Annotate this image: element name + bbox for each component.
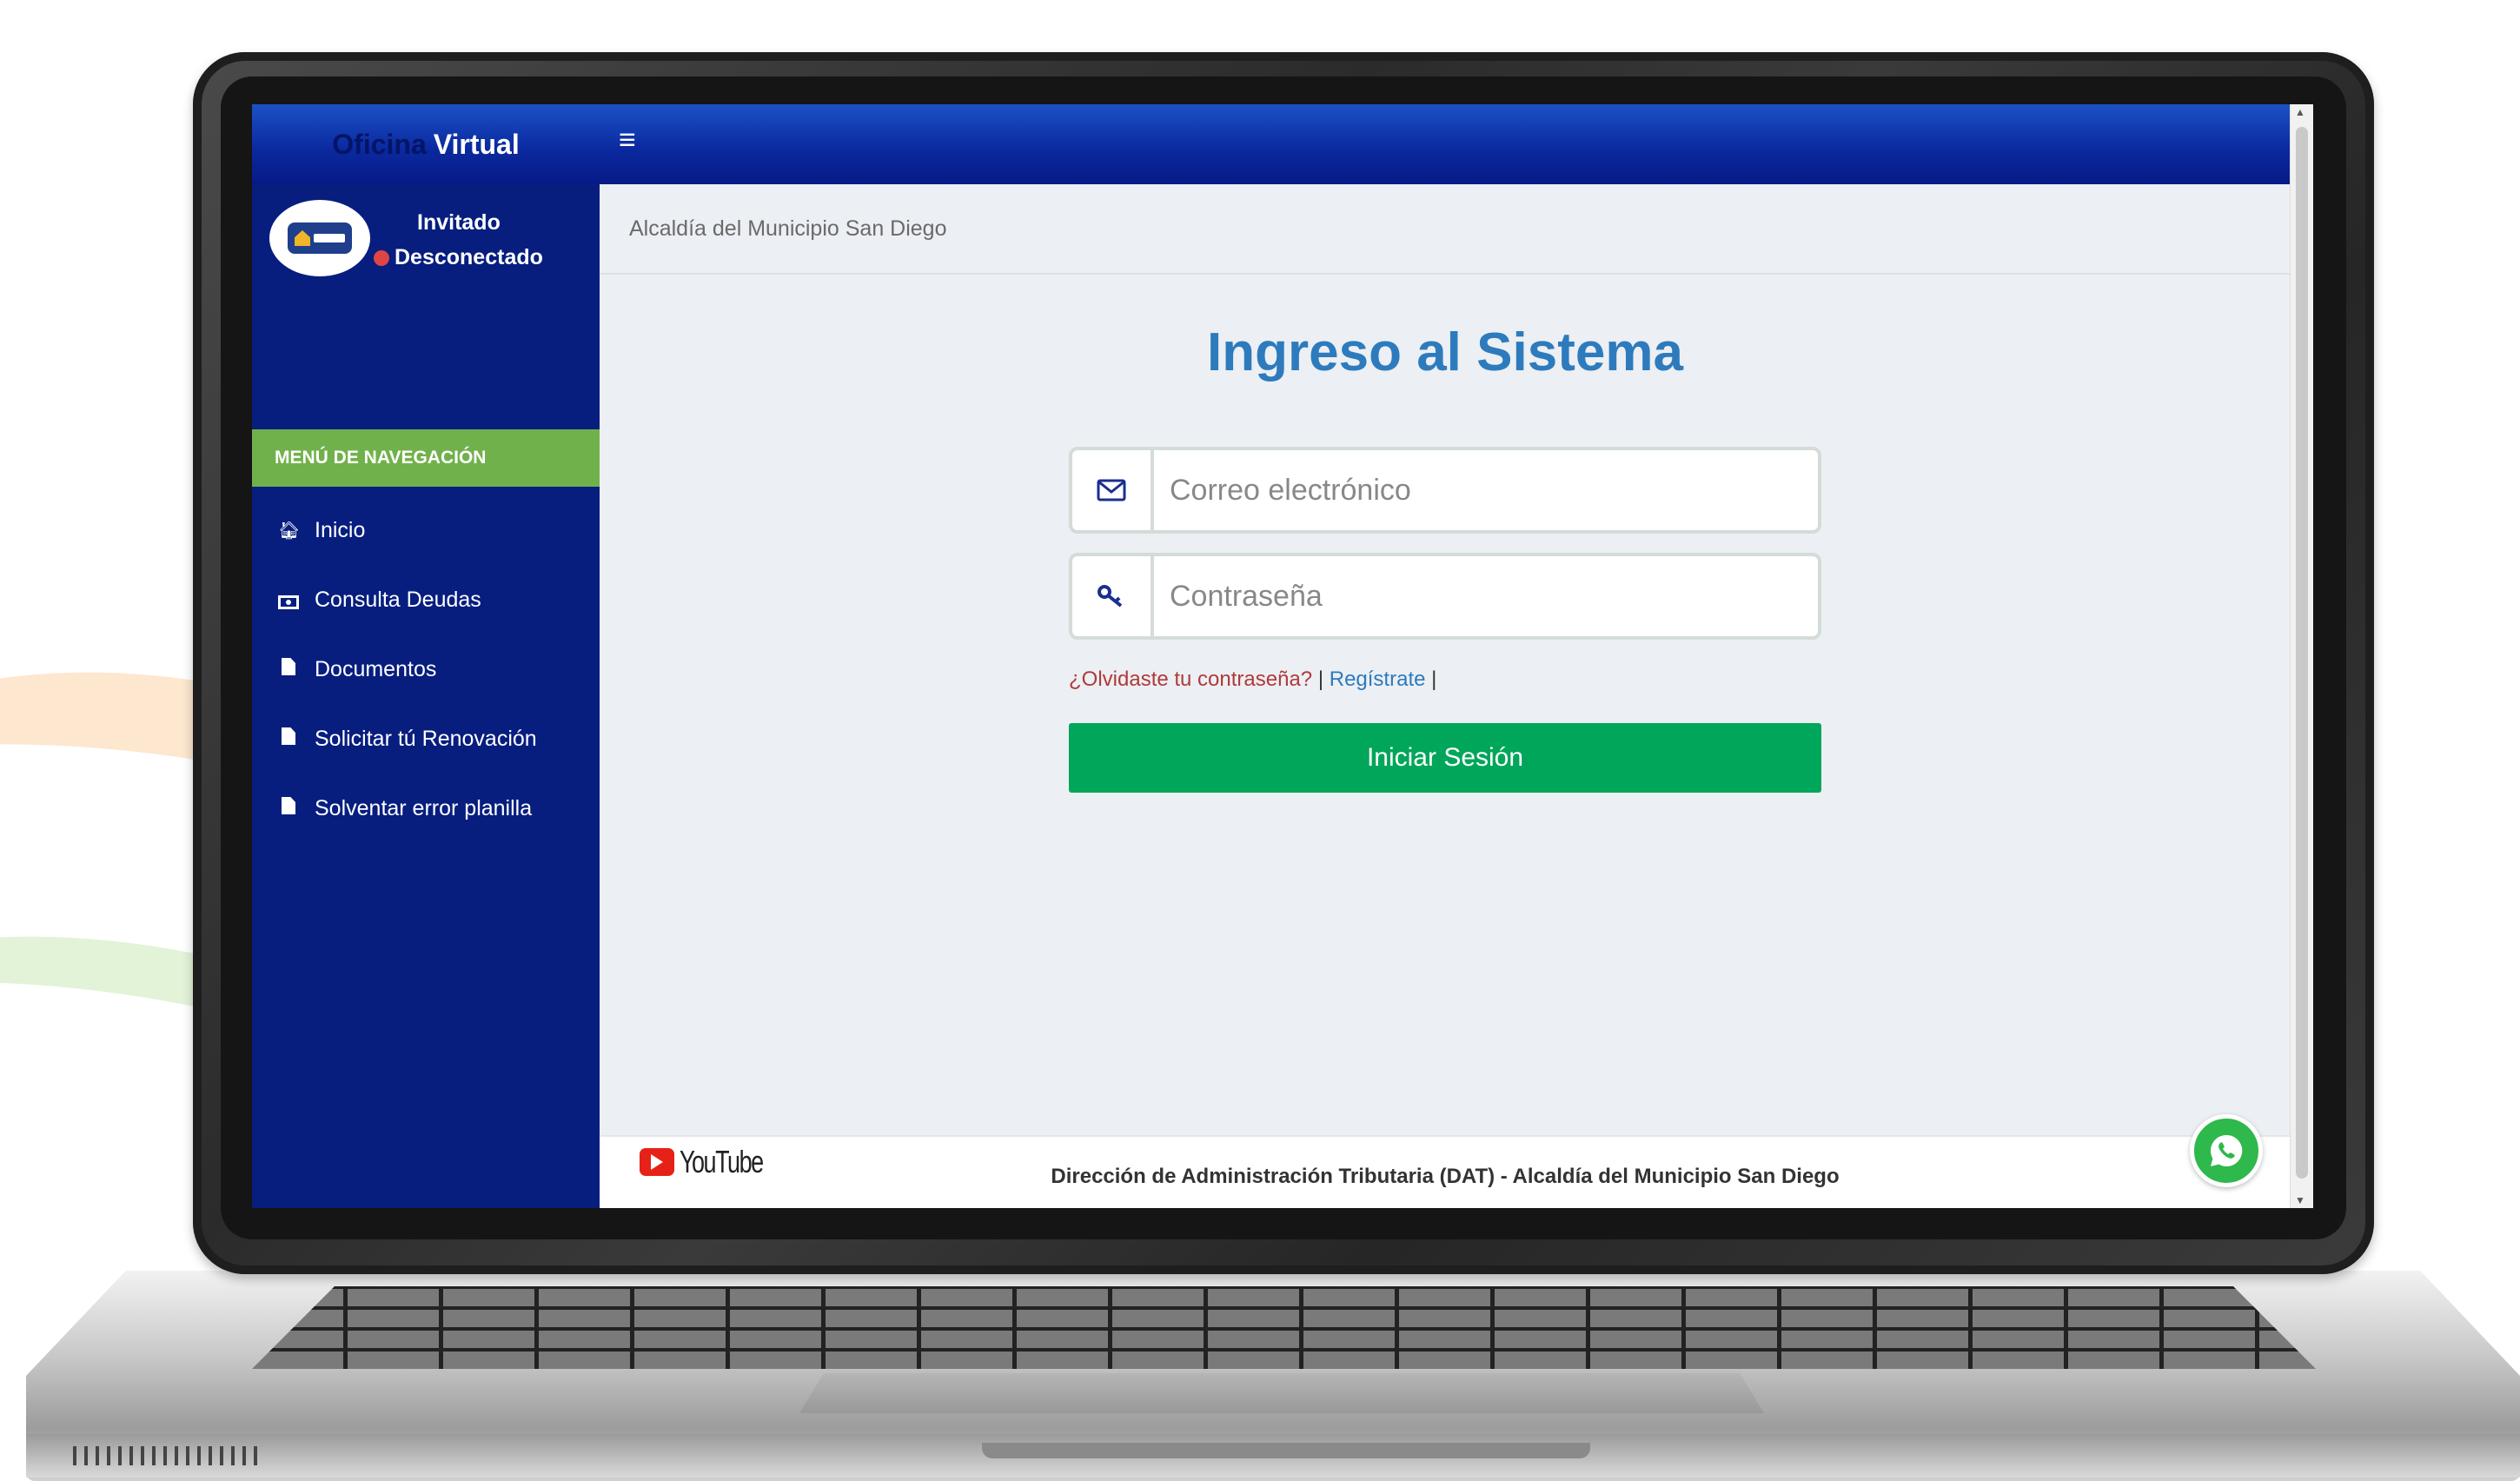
link-separator: |: [1317, 667, 1324, 691]
sidebar-item-consulta-deudas[interactable]: Consulta Deudas: [252, 565, 600, 634]
user-panel: Invitado Desconectado: [252, 184, 600, 323]
laptop-vents: [73, 1446, 257, 1465]
scroll-thumb[interactable]: [2296, 127, 2308, 1179]
sidebar-item-label: Inicio: [315, 517, 366, 542]
register-link[interactable]: Regístrate: [1330, 667, 1426, 691]
top-navbar: Oficina Virtual ≡: [252, 104, 2291, 184]
money-icon: [278, 590, 299, 610]
scroll-down-icon[interactable]: ▼: [2295, 1194, 2305, 1206]
envelope-icon: [1072, 450, 1154, 530]
browser-viewport: Oficina Virtual ≡ Invitado Desconectado …: [252, 104, 2313, 1208]
login-button[interactable]: Iniciar Sesión: [1069, 723, 1821, 793]
file-icon: [278, 658, 299, 681]
key-icon: [1072, 556, 1154, 636]
whatsapp-icon[interactable]: [2190, 1114, 2263, 1187]
home-icon: 🏠︎: [278, 521, 301, 541]
sidebar-item-label: Consulta Deudas: [315, 587, 481, 612]
page-title: Ingreso al Sistema: [1207, 322, 1683, 382]
brand-part-2: Virtual: [433, 128, 520, 160]
nav-header: MENÚ DE NAVEGACIÓN: [252, 429, 600, 487]
laptop-notch: [982, 1443, 1590, 1458]
sidebar-item-documentos[interactable]: Documentos: [252, 634, 600, 704]
user-status: Desconectado: [374, 245, 543, 270]
user-status-label: Desconectado: [395, 245, 543, 269]
footer: YouTube Dirección de Administración Trib…: [600, 1114, 2291, 1208]
user-name: Invitado: [417, 210, 501, 235]
scroll-up-icon[interactable]: ▲: [2295, 106, 2305, 118]
link-separator: |: [1431, 667, 1437, 691]
footer-text: Dirección de Administración Tributaria (…: [1051, 1165, 1840, 1188]
nav-list: 🏠︎ Inicio Consulta Deudas Documentos Sol…: [252, 495, 600, 843]
forgot-password-link[interactable]: ¿Olvidaste tu contraseña?: [1069, 667, 1312, 691]
password-field-group: [1069, 553, 1821, 640]
sidebar-item-label: Documentos: [315, 656, 437, 681]
main-content: Alcaldía del Municipio San Diego Ingreso…: [600, 184, 2291, 1208]
file-icon: [278, 797, 299, 820]
sidebar-item-label: Solventar error planilla: [315, 795, 533, 820]
sidebar-item-label: Solicitar tú Renovación: [315, 726, 537, 751]
file-icon: [278, 727, 299, 750]
brand-part-1: Oficina: [332, 128, 427, 160]
vertical-scrollbar[interactable]: ▲ ▼: [2290, 104, 2313, 1208]
sidebar-item-solicitar-renovacion[interactable]: Solicitar tú Renovación: [252, 704, 600, 774]
password-field[interactable]: [1154, 556, 1818, 636]
san-diego-logo: [288, 222, 352, 254]
sidebar-item-inicio[interactable]: 🏠︎ Inicio: [252, 495, 600, 565]
avatar: [269, 200, 370, 276]
sidebar: Invitado Desconectado MENÚ DE NAVEGACIÓN…: [252, 184, 600, 1208]
laptop-keyboard: [252, 1286, 2316, 1369]
email-field-group: [1069, 447, 1821, 534]
hamburger-icon[interactable]: ≡: [619, 123, 636, 157]
email-field[interactable]: [1154, 450, 1818, 530]
breadcrumb: Alcaldía del Municipio San Diego: [600, 184, 2291, 275]
sidebar-item-solventar-error[interactable]: Solventar error planilla: [252, 774, 600, 843]
auth-links: ¿Olvidaste tu contraseña? | Regístrate |: [1069, 667, 1436, 692]
laptop-trackpad: [799, 1373, 1764, 1413]
status-dot-icon: [374, 249, 389, 266]
brand-logo[interactable]: Oficina Virtual: [252, 104, 600, 184]
